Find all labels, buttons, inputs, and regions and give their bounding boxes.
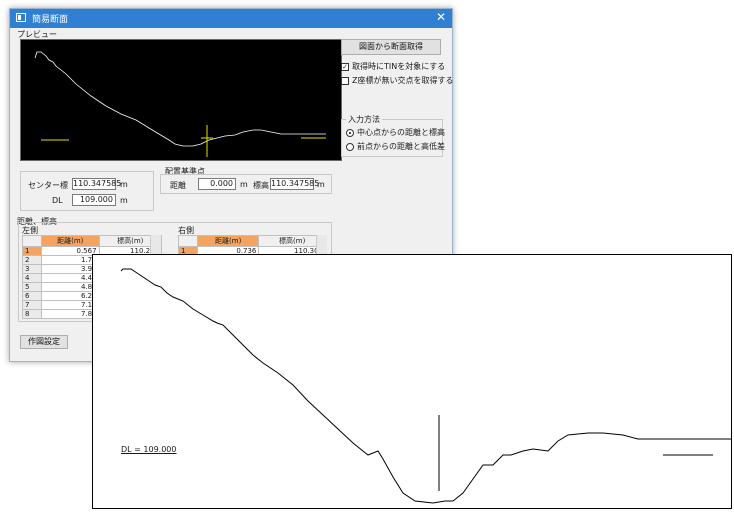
left-row-number: 8 (22, 309, 42, 319)
tin-target-label: 取得時にTINを対象にする (352, 62, 446, 71)
center-elevation-label: センター標 (28, 181, 68, 190)
drawing-settings-button[interactable]: 作図設定 (20, 335, 68, 349)
radio-center-distance-label: 中心点からの距離と標高 (357, 128, 445, 137)
no-z-intersection-checkbox[interactable]: Z座標が無い交点を取得する (341, 75, 453, 86)
right-distance-header: 距離(m) (196, 235, 260, 247)
reference-distance-unit: m (240, 180, 248, 189)
tin-target-check-icon: ✓ (341, 62, 349, 71)
left-row-number: 3 (22, 264, 42, 274)
preview-canvas[interactable] (20, 39, 342, 161)
left-row-number: 2 (22, 255, 42, 265)
left-row-number: 7 (22, 300, 42, 310)
close-icon[interactable]: ✕ (436, 10, 446, 24)
window-title: 簡易断面 (32, 15, 69, 25)
drawing-dl-label: DL = 109.000 (121, 445, 177, 454)
preview-profile-svg (34, 51, 326, 157)
dl-input[interactable]: 109.000 (72, 194, 116, 206)
left-row-number: 6 (22, 291, 42, 301)
left-distance-cell[interactable]: 7.12 (41, 300, 100, 310)
reference-distance-label: 距離 (170, 181, 186, 190)
radio-selected-icon (346, 128, 354, 137)
right-table-corner (178, 235, 198, 247)
left-distance-cell[interactable]: 0.567 (41, 246, 100, 256)
tin-target-checkbox[interactable]: ✓ 取得時にTINを対象にする (341, 61, 445, 72)
reference-elevation-unit: m (317, 180, 325, 189)
radio-previous-distance-label: 前点からの距離と高低差 (357, 142, 445, 151)
app-icon (16, 13, 26, 22)
left-row-number: 1 (22, 246, 42, 256)
right-distance-table[interactable]: 距離(m) 標高(m) 1 0.736 110.305 (178, 235, 326, 256)
radio-center-distance[interactable]: 中心点からの距離と標高 (346, 127, 445, 138)
drawing-canvas: DL = 109.000 (92, 254, 732, 509)
center-elevation-input[interactable]: 110.347585 (72, 178, 121, 190)
get-section-button[interactable]: 図面から断面取得 (341, 39, 441, 55)
radio-previous-distance[interactable]: 前点からの距離と高低差 (346, 141, 445, 152)
left-distance-header: 距離(m) (41, 235, 100, 247)
title-bar: 簡易断面 ✕ (10, 9, 452, 28)
drawing-profile-svg (120, 268, 731, 504)
left-distance-cell[interactable]: 6.25 (41, 291, 100, 301)
radio-unselected-icon (346, 142, 354, 151)
no-z-intersection-box-icon (341, 76, 349, 85)
left-distance-cell[interactable]: 4.49 (41, 273, 100, 283)
left-distance-cell[interactable]: 3.96 (41, 264, 100, 274)
reference-elevation-label: 標高 (253, 181, 269, 190)
left-row-number: 4 (22, 273, 42, 283)
left-distance-cell[interactable]: 4.85 (41, 282, 100, 292)
dl-label: DL (52, 196, 63, 205)
left-distance-cell[interactable]: 7.81 (41, 309, 100, 319)
left-row-number: 5 (22, 282, 42, 292)
reference-elevation-input[interactable]: 110.347585 (270, 178, 319, 190)
left-distance-cell[interactable]: 1.70 (41, 255, 100, 265)
reference-distance-input[interactable]: 0.000 (198, 178, 236, 190)
preview-profile-line (34, 51, 326, 147)
left-table-corner (22, 235, 42, 247)
drawing-profile-line (120, 268, 731, 504)
no-z-intersection-label: Z座標が無い交点を取得する (352, 76, 454, 85)
dl-unit: m (120, 196, 128, 205)
input-method-title: 入力方法 (346, 114, 382, 125)
center-elevation-unit: m (120, 180, 128, 189)
